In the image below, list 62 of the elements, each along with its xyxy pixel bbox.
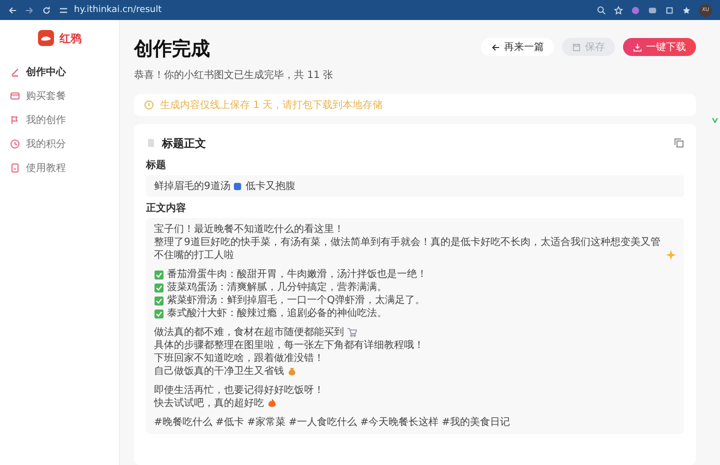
body-line: 自己做饭真的干净卫生又省钱 — [154, 365, 284, 378]
zoom-icon — [597, 6, 606, 14]
check-mark-icon — [712, 117, 718, 123]
nav-item[interactable]: 购买套餐 — [8, 86, 111, 106]
flag-icon — [10, 115, 20, 125]
forward-arrow-icon — [25, 6, 34, 14]
new-post-button[interactable]: 再来一篇 — [481, 38, 554, 56]
back-arrow-icon — [491, 42, 500, 52]
body-line: 下班回家不知道吃啥，跟着做准没错！ — [154, 352, 324, 365]
info-icon — [144, 100, 154, 110]
title-text: 低卡又抱腹 — [245, 180, 296, 193]
nav-item[interactable]: 我的创作 — [8, 110, 111, 130]
url-text: hy.ithinkai.cn/result — [74, 5, 162, 15]
bookmark-star-icon — [682, 6, 691, 14]
notice-text: 生成内容仅线上保存 1 天，请打包下载到本地存储 — [160, 98, 383, 112]
checkbox-icon — [154, 270, 164, 280]
document-icon — [146, 138, 156, 148]
clock-icon — [10, 139, 20, 149]
address-bar[interactable]: hy.ithinkai.cn/result — [59, 2, 589, 18]
logo-icon — [38, 30, 54, 46]
money-bag-icon — [287, 366, 297, 376]
checkbox-icon — [154, 296, 164, 306]
body-line: 快去试试吧，真的超好吃 — [154, 397, 264, 410]
body-line: 紫菜虾滑汤：鲜到掉眉毛，一口一个Q弹虾滑，太满足了。 — [167, 294, 425, 307]
body-line: 即使生活再忙，也要记得好好吃饭呀！ — [154, 384, 324, 397]
copy-icon[interactable] — [674, 138, 684, 148]
nav-item[interactable]: 使用教程 — [8, 158, 111, 178]
body-field[interactable] — [146, 218, 684, 434]
reload-icon — [42, 6, 51, 14]
site-info-icon — [59, 6, 68, 14]
title-field[interactable]: 鲜掉眉毛的9道汤 低卡又抱腹 — [146, 175, 684, 197]
field-label: 正文内容 — [146, 201, 187, 215]
pen-icon — [10, 67, 20, 77]
title-text: 鲜掉眉毛的9道汤 — [154, 180, 230, 193]
save-icon — [572, 42, 581, 52]
book-icon — [10, 163, 20, 173]
body-line: 具体的步骤都整理在图里啦，每一张左下角都有详细教程哦！ — [154, 339, 424, 352]
page-title: 创作完成 — [134, 37, 211, 62]
body-line: 整理了9道巨好吃的快手菜，有汤有菜，做法简单到有手就会！真的是低卡好吃不长肉，太适合我们这种想变美又管不住嘴的打工人啦 — [154, 236, 662, 262]
fire-icon — [267, 398, 277, 408]
body-line: #晚餐吃什么 #低卡 #家常菜 #一人食吃什么 #今天晚餐长这样 #我的美食日记 — [154, 416, 510, 429]
logo-text: 红鸦 — [60, 30, 82, 46]
download-icon — [633, 42, 642, 52]
body-line: 泰式酸汁大虾：酸辣过瘾，追剧必备的神仙吃法。 — [167, 307, 387, 320]
body-line: 做法真的都不难，食材在超市随便都能买到 — [154, 326, 344, 339]
body-line: 番茄滑蛋牛肉：酸甜开胃，牛肉嫩滑，汤汁拌饭也是一绝！ — [167, 268, 427, 281]
star-icon — [614, 6, 623, 14]
page-subtitle: 恭喜！你的小红书图文已生成完毕，共 11 张 — [134, 68, 334, 82]
nav-item[interactable]: 创作中心 — [8, 62, 111, 82]
nav-item[interactable]: 我的积分 — [8, 134, 111, 154]
checkbox-icon — [154, 282, 164, 292]
checkbox-icon — [154, 308, 164, 318]
field-label: 标题 — [146, 158, 167, 172]
body-line: 宝子们！最近晚餐不知道吃什么的看这里！ — [154, 223, 344, 236]
card-icon — [10, 91, 20, 101]
back-arrow-icon — [8, 6, 17, 14]
sparkle-icon — [666, 250, 676, 260]
download-button[interactable]: 一键下载 — [623, 38, 696, 56]
body-line: 菠菜鸡蛋汤：清爽解腻，几分钟搞定，营养满满。 — [167, 281, 387, 294]
card-title: 标题正文 — [162, 136, 207, 150]
badge-icon — [233, 182, 242, 190]
cart-icon — [347, 327, 357, 337]
